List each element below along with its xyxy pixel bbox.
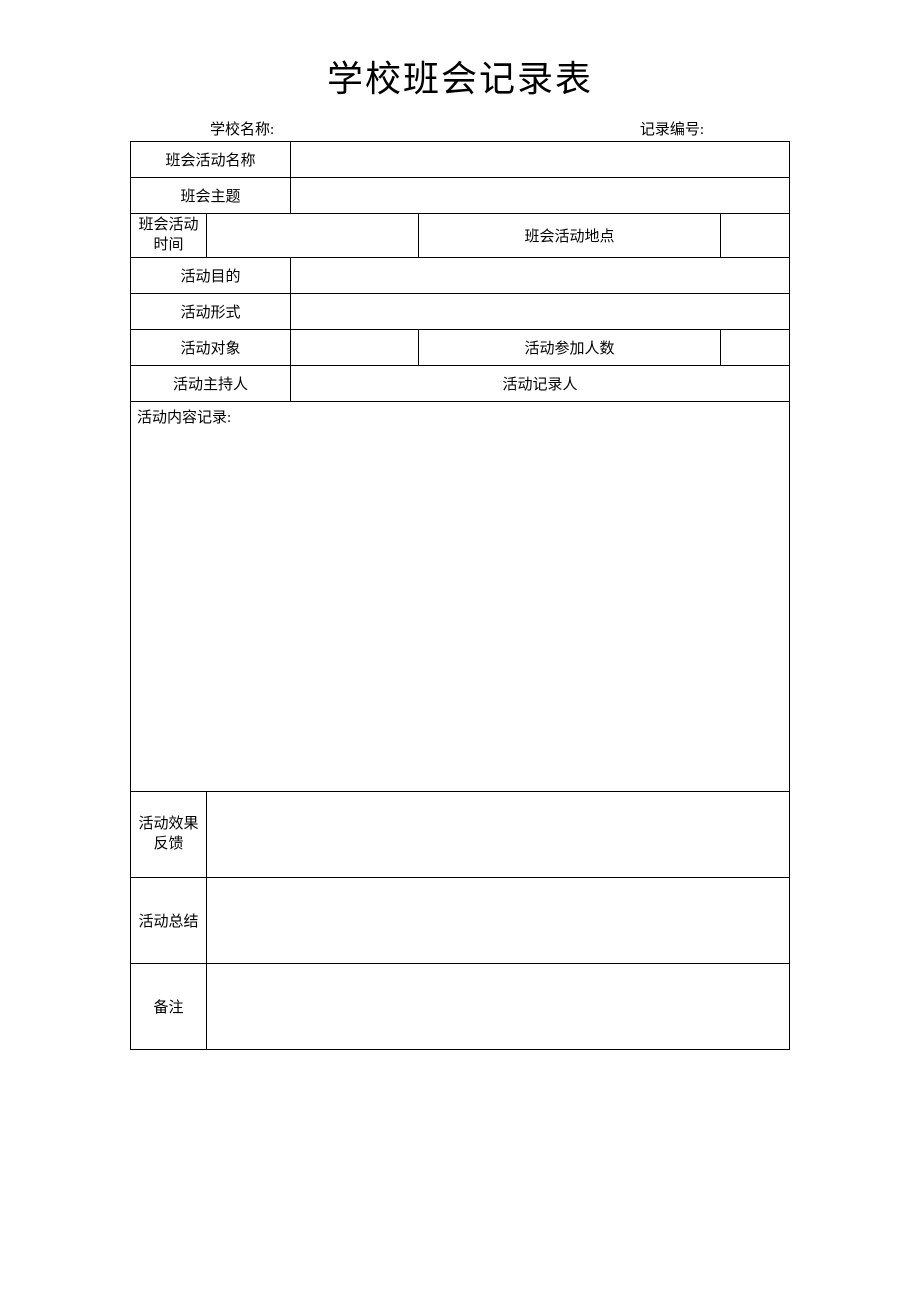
value-effect-feedback[interactable]	[207, 792, 790, 878]
label-recorder: 活动记录人	[291, 366, 790, 402]
record-form-table: 班会活动名称 班会主题 班会活动 时间 班会活动地点 活动目的 活动形式 活动对…	[130, 141, 790, 1050]
header-labels: 学校名称: 记录编号:	[130, 118, 790, 139]
form-page: 学校班会记录表 学校名称: 记录编号: 班会活动名称 班会主题 班会活动 时间	[130, 50, 790, 1050]
row-activity-name: 班会活动名称	[131, 142, 790, 178]
label-host: 活动主持人	[131, 366, 291, 402]
label-remarks: 备注	[131, 964, 207, 1050]
row-remarks: 备注	[131, 964, 790, 1050]
row-host-recorder: 活动主持人 活动记录人	[131, 366, 790, 402]
value-activity-time[interactable]	[207, 214, 419, 258]
row-time-location: 班会活动 时间 班会活动地点	[131, 214, 790, 258]
row-content-record: 活动内容记录:	[131, 402, 790, 792]
row-theme: 班会主题	[131, 178, 790, 214]
label-summary: 活动总结	[131, 878, 207, 964]
form-title: 学校班会记录表	[130, 50, 790, 102]
label-content-record: 活动内容记录:	[137, 410, 231, 426]
value-activity-purpose[interactable]	[291, 258, 790, 294]
label-theme: 班会主题	[131, 178, 291, 214]
row-target-count: 活动对象 活动参加人数	[131, 330, 790, 366]
label-effect-feedback: 活动效果 反馈	[131, 792, 207, 878]
label-activity-time: 班会活动 时间	[131, 214, 207, 258]
value-activity-name[interactable]	[291, 142, 790, 178]
value-activity-target[interactable]	[291, 330, 419, 366]
label-activity-location: 班会活动地点	[419, 214, 721, 258]
value-summary[interactable]	[207, 878, 790, 964]
cell-content-record[interactable]: 活动内容记录:	[131, 402, 790, 792]
row-form: 活动形式	[131, 294, 790, 330]
record-number-label: 记录编号:	[640, 118, 788, 139]
label-activity-purpose: 活动目的	[131, 258, 291, 294]
row-effect-feedback: 活动效果 反馈	[131, 792, 790, 878]
row-summary: 活动总结	[131, 878, 790, 964]
label-activity-name: 班会活动名称	[131, 142, 291, 178]
label-participant-count: 活动参加人数	[419, 330, 721, 366]
value-theme[interactable]	[291, 178, 790, 214]
school-name-label: 学校名称:	[132, 118, 274, 139]
row-purpose: 活动目的	[131, 258, 790, 294]
value-activity-form[interactable]	[291, 294, 790, 330]
label-activity-form: 活动形式	[131, 294, 291, 330]
value-participant-count[interactable]	[721, 330, 790, 366]
value-activity-location[interactable]	[721, 214, 790, 258]
value-remarks[interactable]	[207, 964, 790, 1050]
label-activity-target: 活动对象	[131, 330, 291, 366]
